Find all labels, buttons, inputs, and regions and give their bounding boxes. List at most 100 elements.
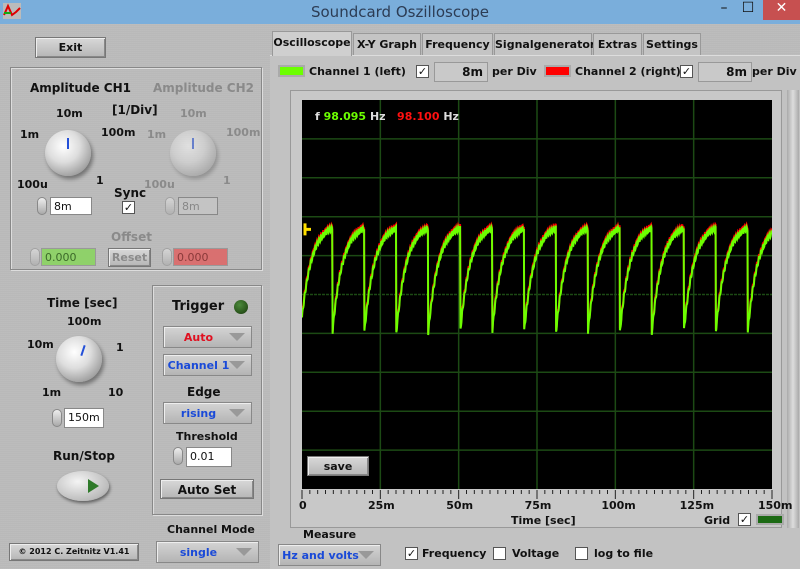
threshold-label: Threshold — [176, 430, 238, 443]
measure-label: Measure — [303, 528, 357, 541]
tab-extras[interactable]: Extras — [593, 33, 642, 55]
sync-label: Sync — [114, 186, 147, 200]
ch2-color-swatch[interactable] — [544, 65, 571, 77]
chevron-down-icon — [229, 409, 245, 417]
time-scale-1: 1 — [116, 341, 124, 354]
freq-ch1: 98.095 — [323, 110, 367, 123]
offset-reset-button[interactable]: Reset — [108, 248, 151, 267]
sync-checkbox[interactable]: ✓ — [122, 201, 135, 214]
ch2-scale-1m: 1m — [147, 128, 167, 141]
offset-ch2-field[interactable]: 0.000 — [173, 248, 228, 266]
trigger-edge-dropdown[interactable]: rising — [163, 402, 252, 424]
chevron-down-icon — [358, 551, 374, 559]
channel-mode-dropdown[interactable]: single — [156, 541, 259, 563]
copyright-label: © 2012 C. Zeitnitz V1.41 — [9, 543, 139, 561]
amplitude-ch1-knob[interactable] — [45, 130, 91, 176]
channel-mode-label: Channel Mode — [167, 523, 255, 536]
freq-ch1-unit: Hz — [369, 110, 386, 123]
frequency-label: Frequency — [422, 547, 487, 560]
offset-ch1-spinner[interactable] — [30, 248, 40, 266]
trigger-mode-dropdown[interactable]: Auto — [163, 326, 252, 348]
offset-ch1-field[interactable]: 0.000 — [41, 248, 96, 266]
run-stop-button[interactable] — [57, 471, 109, 501]
save-button[interactable]: save — [307, 456, 369, 476]
tab-settings[interactable]: Settings — [643, 33, 701, 55]
tab-oscilloscope[interactable]: Oscilloscope — [272, 31, 352, 56]
chevron-down-icon — [229, 361, 245, 369]
amplitude-ch2-title: Amplitude CH2 — [153, 81, 254, 95]
voltage-checkbox[interactable] — [493, 547, 506, 560]
x-axis-label: Time [sec] — [511, 514, 576, 527]
window-title: Soundcard Oszilloscope — [310, 3, 490, 21]
run-stop-label: Run/Stop — [53, 449, 115, 463]
close-button[interactable]: ✕ — [763, 0, 800, 20]
auto-set-button[interactable]: Auto Set — [160, 479, 254, 499]
exit-button[interactable]: Exit — [35, 37, 106, 58]
time-scale-10: 10 — [108, 386, 124, 399]
ch2-enable-checkbox[interactable]: ✓ — [680, 65, 693, 78]
ch1-scale-1: 1 — [96, 174, 104, 187]
ch2-amplitude-field[interactable]: 8m — [178, 197, 218, 215]
trigger-title: Trigger — [172, 299, 225, 314]
maximize-button[interactable]: ☐ — [738, 0, 758, 20]
ch2-scale-1: 1 — [223, 174, 231, 187]
offset-label: Offset — [111, 230, 152, 244]
ch2-amplitude-spinner[interactable] — [165, 197, 175, 215]
trigger-source-dropdown[interactable]: Channel 1 — [163, 354, 252, 376]
ch2-label: Channel 2 (right) — [575, 65, 681, 78]
time-spinner[interactable] — [52, 409, 62, 427]
amplitude-unit-label: [1/Div] — [112, 103, 158, 117]
voltage-label: Voltage — [512, 547, 560, 560]
time-field[interactable]: 150m — [64, 408, 104, 428]
ch1-scale-10m: 10m — [56, 107, 83, 120]
trigger-marker — [303, 223, 311, 236]
time-scale-1m: 1m — [42, 386, 62, 399]
chevron-down-icon — [229, 333, 245, 341]
oscilloscope-plot[interactable] — [302, 100, 772, 489]
ch2-scale-10m: 10m — [180, 107, 207, 120]
offset-ch2-spinner[interactable] — [162, 248, 172, 266]
threshold-spinner[interactable] — [173, 447, 183, 465]
ch1-perdiv-field[interactable]: 8m — [434, 62, 488, 82]
log-to-file-checkbox[interactable] — [575, 547, 588, 560]
threshold-field[interactable]: 0.01 — [186, 447, 232, 467]
measure-mode-dropdown[interactable]: Hz and volts — [278, 544, 381, 566]
time-scale-100m: 100m — [67, 315, 102, 328]
x-tick-label: 100m — [601, 499, 636, 512]
trigger-mode-value: Auto — [183, 331, 214, 344]
x-tick-label: 25m — [367, 499, 395, 512]
play-icon — [88, 479, 99, 493]
x-tick-label: 75m — [524, 499, 552, 512]
trigger-edge-value: rising — [180, 407, 217, 420]
tab-xy-graph[interactable]: X-Y Graph — [353, 33, 421, 55]
frequency-checkbox[interactable]: ✓ — [405, 547, 418, 560]
grid-checkbox[interactable]: ✓ — [738, 513, 751, 526]
ch1-scale-100u: 100u — [17, 178, 48, 191]
ch1-scale-1m: 1m — [20, 128, 40, 141]
x-tick-label: 125m — [679, 499, 715, 512]
amplitude-ch1-title: Amplitude CH1 — [30, 81, 131, 95]
freq-ch2: 98.100 — [397, 110, 440, 123]
tab-signalgenerator[interactable]: Signalgenerator — [494, 33, 595, 55]
amplitude-ch2-knob[interactable] — [170, 130, 216, 176]
x-tick-label: 50m — [446, 499, 474, 512]
time-scale-10m: 10m — [27, 338, 54, 351]
freq-prefix: f — [315, 110, 320, 123]
ch2-scale-100u: 100u — [144, 178, 175, 191]
ch2-perdiv-field[interactable]: 8m — [698, 62, 752, 82]
tab-frequency[interactable]: Frequency — [422, 33, 493, 55]
x-tick-label: 150m — [758, 499, 793, 512]
ch1-amplitude-field[interactable]: 8m — [50, 197, 92, 215]
trigger-source-value: Channel 1 — [167, 359, 230, 372]
minimize-button[interactable]: – — [714, 0, 734, 20]
ch1-color-swatch[interactable] — [278, 65, 305, 77]
grid-color-swatch[interactable] — [756, 514, 784, 525]
ch1-perdiv-label: per Div — [492, 65, 537, 78]
plot-scrollbar[interactable] — [787, 90, 799, 528]
ch1-enable-checkbox[interactable]: ✓ — [416, 65, 429, 78]
time-knob[interactable] — [56, 336, 102, 382]
time-title: Time [sec] — [47, 296, 118, 310]
chevron-down-icon — [236, 548, 252, 556]
ch1-amplitude-spinner[interactable] — [37, 197, 47, 215]
trigger-led — [234, 300, 248, 314]
